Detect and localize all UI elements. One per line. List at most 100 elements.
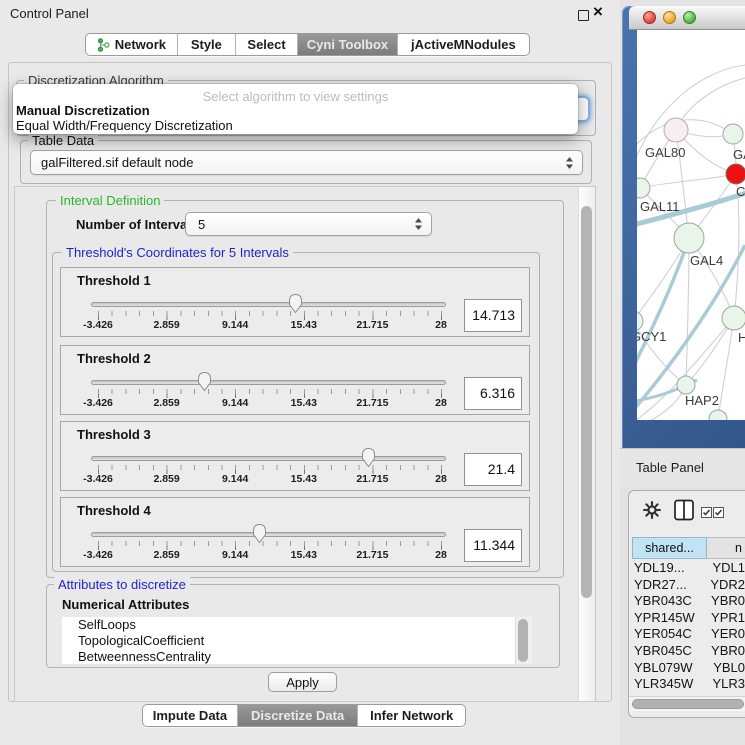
network-canvas[interactable]: GAL80 GA C GAL11 GAL4 GCY1 H HAP2 xyxy=(637,30,745,420)
node-gal4[interactable] xyxy=(674,223,704,253)
node-ga[interactable] xyxy=(723,124,743,144)
header-label: shared... xyxy=(645,541,694,555)
combo-arrows-icon xyxy=(565,156,574,170)
number-of-intervals-label: Number of Intervals xyxy=(76,217,198,232)
tab-label: Infer Network xyxy=(370,708,453,723)
cell-shared-name: YBL079W xyxy=(630,660,708,677)
combo-arrows-icon xyxy=(414,217,423,231)
mac-close-button[interactable] xyxy=(643,11,656,24)
threshold-3-slider-track[interactable] xyxy=(91,456,446,461)
tick-label: 2.859 xyxy=(153,473,179,485)
threshold-1-slider-track[interactable] xyxy=(91,302,446,307)
algorithm-hint-text: Select algorithm to view settings xyxy=(13,89,578,104)
label-ga: GA xyxy=(733,147,745,162)
close-icon[interactable]: × xyxy=(593,2,603,22)
threshold-3-value-field[interactable]: 21.4 xyxy=(464,453,522,486)
label-h: H xyxy=(738,330,745,345)
table-row[interactable]: YPR145WYPR1 xyxy=(630,610,745,627)
vertical-scrollbar-thumb[interactable] xyxy=(581,206,592,598)
threshold-2-label: Threshold 2 xyxy=(77,351,151,366)
tab-cyni-toolbox[interactable]: Cyni Toolbox xyxy=(298,34,398,55)
threshold-2-value-field[interactable]: 6.316 xyxy=(464,377,522,410)
interval-definition-group-label: Interval Definition xyxy=(56,193,164,208)
network-nodes[interactable] xyxy=(637,118,745,420)
thresholds-group-label: Threshold's Coordinates for 5 Intervals xyxy=(62,245,293,260)
slider-tick-labels: -3.4262.8599.14415.4321.71528 xyxy=(98,549,441,563)
threshold-2-slider-thumb[interactable] xyxy=(196,371,213,392)
table-data-combobox[interactable]: galFiltered.sif default node xyxy=(30,150,583,175)
mac-zoom-button[interactable] xyxy=(683,11,696,24)
label-gal4: GAL4 xyxy=(690,253,723,268)
table-header-name[interactable]: n xyxy=(707,537,745,559)
tick-label: 9.144 xyxy=(222,549,248,561)
unselect-all-checkbox-icon[interactable] xyxy=(713,505,724,523)
node-gcy1[interactable] xyxy=(637,311,643,331)
node-red[interactable] xyxy=(726,164,745,184)
cell-name: YBR0 xyxy=(706,593,745,610)
popup-item-manual-discretization[interactable]: Manual Discretization xyxy=(16,103,150,118)
tab-label: Network xyxy=(115,37,166,52)
table-row[interactable]: YLR345WYLR3 xyxy=(630,676,745,691)
tab-network[interactable]: Network xyxy=(86,34,178,55)
tick-label: 28 xyxy=(435,473,447,485)
attribute-list-item[interactable]: BetweennessCentrality xyxy=(62,649,515,664)
node-h[interactable] xyxy=(722,306,745,330)
table-row[interactable]: YDL19...YDL1 xyxy=(630,560,745,577)
apply-button-label: Apply xyxy=(286,675,319,690)
table-row[interactable]: YDR27...YDR2 xyxy=(630,577,745,594)
node-bottom[interactable] xyxy=(709,410,727,420)
network-icon xyxy=(97,38,110,52)
cell-shared-name: YDR27... xyxy=(630,577,705,594)
control-panel-tab-bar: Network Style Select Cyni Toolbox jActiv… xyxy=(85,33,530,56)
cell-name: YPR1 xyxy=(706,610,745,627)
cell-shared-name: YBR043C xyxy=(630,593,706,610)
table-header-shared-name[interactable]: shared... xyxy=(632,537,707,559)
label-gal11: GAL11 xyxy=(640,199,680,214)
tab-label: Discretize Data xyxy=(251,708,344,723)
node-gal11[interactable] xyxy=(637,178,650,198)
apply-button[interactable]: Apply xyxy=(268,672,337,692)
tab-label: Select xyxy=(247,37,285,52)
tab-select[interactable]: Select xyxy=(236,34,298,55)
label-hap2: HAP2 xyxy=(685,393,719,408)
threshold-2-panel: Threshold 2 -3.4262.8599.14415.4321.7152… xyxy=(60,345,530,415)
popup-item-equal-width-frequency[interactable]: Equal Width/Frequency Discretization xyxy=(16,118,233,133)
cell-name: YDL1 xyxy=(707,560,745,577)
table-data-group-label: Table Data xyxy=(28,133,98,148)
tab-style[interactable]: Style xyxy=(178,34,236,55)
table-row[interactable]: YBR043CYBR0 xyxy=(630,593,745,610)
tab-jactivemnodules[interactable]: jActiveMNodules xyxy=(398,34,529,55)
select-all-checkbox-icon[interactable] xyxy=(701,505,712,523)
threshold-4-value-field[interactable]: 11.344 xyxy=(464,529,522,562)
cell-shared-name: YPR145W xyxy=(630,610,706,627)
threshold-4-slider-thumb[interactable] xyxy=(251,523,268,544)
tab-impute-data[interactable]: Impute Data xyxy=(143,705,238,726)
attribute-list-item[interactable]: TopologicalCoefficient xyxy=(62,633,515,649)
table-settings-gear-icon[interactable] xyxy=(643,501,661,524)
threshold-1-slider-thumb[interactable] xyxy=(287,293,304,314)
table-row[interactable]: YBL079WYBL0 xyxy=(630,660,745,677)
threshold-3-label: Threshold 3 xyxy=(77,427,151,442)
threshold-1-panel: Threshold 1 -3.4262.8599.14415.4321.7152… xyxy=(60,267,530,337)
attribute-list-item[interactable]: SelfLoops xyxy=(62,617,515,633)
show-columns-icon[interactable] xyxy=(674,499,694,526)
tab-discretize-data[interactable]: Discretize Data xyxy=(238,705,359,726)
threshold-1-value-field[interactable]: 14.713 xyxy=(464,299,522,332)
threshold-2-slider-track[interactable] xyxy=(91,380,446,385)
cell-name: YER0 xyxy=(706,626,745,643)
slider-minor-ticks xyxy=(98,311,443,316)
tick-label: 2.859 xyxy=(153,397,179,409)
threshold-4-slider-track[interactable] xyxy=(91,532,446,537)
number-of-intervals-combobox[interactable]: 5 xyxy=(185,212,432,236)
table-horizontal-scrollbar-thumb[interactable] xyxy=(632,699,744,709)
node-hap2[interactable] xyxy=(677,376,695,394)
numerical-attributes-list[interactable]: SelfLoopsTopologicalCoefficientBetweenne… xyxy=(62,617,515,664)
float-window-icon[interactable] xyxy=(578,10,589,21)
table-row[interactable]: YBR045CYBR0 xyxy=(630,643,745,660)
tab-infer-network[interactable]: Infer Network xyxy=(358,705,465,726)
node-gal80[interactable] xyxy=(664,118,688,142)
mac-minimize-button[interactable] xyxy=(663,11,676,24)
attributes-scrollbar-thumb[interactable] xyxy=(518,619,528,662)
threshold-3-slider-thumb[interactable] xyxy=(360,447,377,468)
table-row[interactable]: YER054CYER0 xyxy=(630,626,745,643)
